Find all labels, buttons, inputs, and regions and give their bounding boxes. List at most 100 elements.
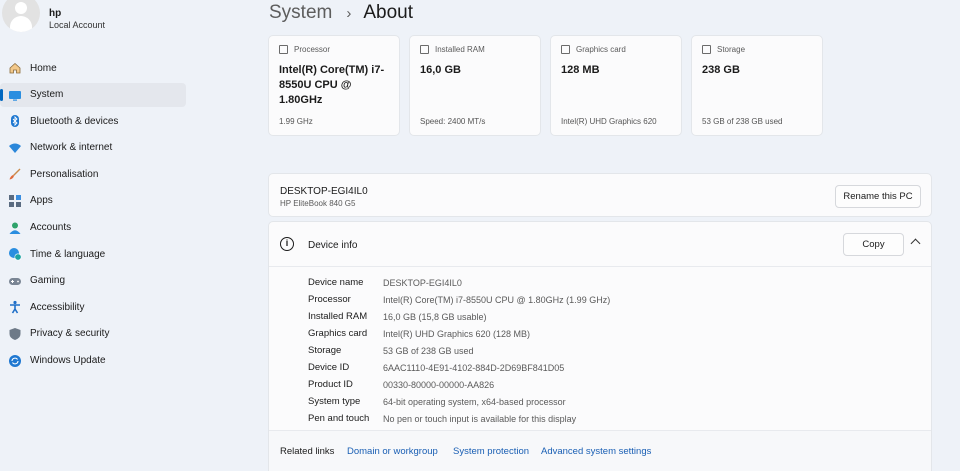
sidebar-item-label: Privacy & security <box>30 328 110 340</box>
card-installed-ram: Installed RAM 16,0 GB Speed: 2400 MT/s <box>409 35 541 136</box>
sidebar-item-label: Bluetooth & devices <box>30 115 119 127</box>
copy-button[interactable]: Copy <box>843 233 904 256</box>
related-links-bar: Related links Domain or workgroup System… <box>269 430 931 471</box>
sidebar-item-system[interactable]: System <box>0 82 186 107</box>
sidebar-item-personalisation[interactable]: Personalisation <box>0 162 186 186</box>
sidebar-item-label: Personalisation <box>30 168 99 180</box>
device-info-panel: i Device info Copy Device name DESKTOP-E… <box>268 221 932 471</box>
sidebar: hp Local Account Home System Bluetooth &… <box>0 0 196 471</box>
sidebar-item-bluetooth[interactable]: Bluetooth & devices <box>0 109 186 133</box>
update-icon <box>8 354 22 368</box>
accessibility-icon <box>8 300 22 314</box>
related-links-label: Related links <box>280 446 335 457</box>
pc-name-row: DESKTOP-EGI4IL0 HP EliteBook 840 G5 Rena… <box>268 173 932 217</box>
sidebar-item-apps[interactable]: Apps <box>0 189 186 213</box>
apps-icon <box>8 194 22 208</box>
spec-row: System type 64-bit operating system, x64… <box>308 393 610 410</box>
card-value: 238 GB <box>702 64 740 76</box>
device-info-title: Device info <box>308 240 358 251</box>
spec-row: Installed RAM 16,0 GB (15,8 GB usable) <box>308 308 610 325</box>
wifi-icon <box>8 141 22 155</box>
sidebar-item-label: Windows Update <box>30 355 106 367</box>
sidebar-item-label: Home <box>30 62 57 74</box>
system-protection-link[interactable]: System protection <box>453 446 529 457</box>
sidebar-item-home[interactable]: Home <box>0 56 186 80</box>
card-processor: Processor Intel(R) Core(TM) i7-8550U CPU… <box>268 35 400 136</box>
card-detail: 1.99 GHz <box>279 117 313 126</box>
sidebar-item-time-language[interactable]: Time & language <box>0 242 186 266</box>
globe-clock-icon <box>8 247 22 261</box>
device-info-header[interactable]: i Device info Copy <box>269 222 931 267</box>
system-icon <box>8 88 22 102</box>
sidebar-item-privacy-security[interactable]: Privacy & security <box>0 322 186 346</box>
spec-value: 64-bit operating system, x64-based proce… <box>383 396 566 407</box>
page-title: About <box>363 2 414 23</box>
breadcrumb: System › About <box>269 0 413 26</box>
sidebar-item-label: Gaming <box>30 275 66 287</box>
sidebar-item-label: Accessibility <box>30 301 85 313</box>
advanced-system-settings-link[interactable]: Advanced system settings <box>541 446 651 457</box>
breadcrumb-parent[interactable]: System <box>269 2 332 24</box>
avatar <box>2 0 40 32</box>
spec-row: Pen and touch No pen or touch input is a… <box>308 410 610 427</box>
spec-value: Intel(R) Core(TM) i7-8550U CPU @ 1.80GHz… <box>383 294 611 305</box>
accounts-icon <box>8 221 22 235</box>
card-detail: 53 GB of 238 GB used <box>702 117 783 126</box>
sidebar-item-label: Accounts <box>30 222 72 234</box>
sidebar-item-accounts[interactable]: Accounts <box>0 216 186 240</box>
breadcrumb-separator: › <box>346 4 352 22</box>
card-storage: Storage 238 GB 53 GB of 238 GB used <box>691 35 823 136</box>
spec-row: Product ID 00330-80000-00000-AA826 <box>308 376 610 393</box>
sidebar-item-network[interactable]: Network & internet <box>0 136 186 160</box>
info-icon: i <box>280 237 294 251</box>
spec-key: Graphics card <box>308 328 368 339</box>
rename-pc-button[interactable]: Rename this PC <box>835 185 921 208</box>
ram-icon <box>420 45 429 54</box>
shield-icon <box>8 327 22 341</box>
sidebar-item-accessibility[interactable]: Accessibility <box>0 295 186 319</box>
profile-name: hp <box>49 8 62 19</box>
home-icon <box>8 61 22 75</box>
spec-value: DESKTOP-EGI4IL0 <box>383 277 462 288</box>
brush-icon <box>8 167 22 181</box>
spec-key: Storage <box>308 345 342 356</box>
spec-row: Graphics card Intel(R) UHD Graphics 620 … <box>308 325 610 342</box>
storage-icon <box>702 45 711 54</box>
sidebar-item-label: Apps <box>30 195 53 207</box>
user-profile[interactable]: hp Local Account <box>0 0 196 44</box>
spec-key: Pen and touch <box>308 413 370 424</box>
spec-key: System type <box>308 396 361 407</box>
nav-list: Home System Bluetooth & devices Network … <box>0 56 196 375</box>
profile-account-type: Local Account <box>49 20 106 30</box>
sidebar-item-label: Time & language <box>30 248 106 260</box>
spec-key: Product ID <box>308 379 353 390</box>
spec-value: Intel(R) UHD Graphics 620 (128 MB) <box>383 328 531 339</box>
sidebar-item-label: Network & internet <box>30 142 113 154</box>
chevron-up-icon[interactable] <box>910 238 921 249</box>
card-detail: Speed: 2400 MT/s <box>420 117 486 126</box>
spec-value: 6AAC1110-4E91-4102-884D-2D69BF841D05 <box>383 362 565 373</box>
sidebar-item-label: System <box>30 89 64 101</box>
graphics-card-icon <box>561 45 570 54</box>
spec-value: 00330-80000-00000-AA826 <box>383 379 495 390</box>
spec-row: Device name DESKTOP-EGI4IL0 <box>308 274 610 291</box>
card-label: Processor <box>294 45 331 54</box>
spec-row: Storage 53 GB of 238 GB used <box>308 342 610 359</box>
gamepad-icon <box>8 274 22 288</box>
card-detail: Intel(R) UHD Graphics 620 <box>561 117 657 126</box>
pc-model: HP EliteBook 840 G5 <box>280 199 356 208</box>
spec-row: Device ID 6AAC1110-4E91-4102-884D-2D69BF… <box>308 359 610 376</box>
card-label: Graphics card <box>576 45 626 54</box>
processor-icon <box>279 45 288 54</box>
pc-name: DESKTOP-EGI4IL0 <box>280 186 368 197</box>
bluetooth-icon <box>8 114 22 128</box>
domain-workgroup-link[interactable]: Domain or workgroup <box>347 446 438 457</box>
sidebar-item-windows-update[interactable]: Windows Update <box>0 349 186 373</box>
spec-key: Processor <box>308 294 351 305</box>
card-graphics-card: Graphics card 128 MB Intel(R) UHD Graphi… <box>550 35 682 136</box>
spec-key: Device name <box>308 277 364 288</box>
spec-key: Device ID <box>308 362 350 373</box>
spec-value: 53 GB of 238 GB used <box>383 345 474 356</box>
sidebar-item-gaming[interactable]: Gaming <box>0 269 186 293</box>
spec-value: 16,0 GB (15,8 GB usable) <box>383 311 487 322</box>
